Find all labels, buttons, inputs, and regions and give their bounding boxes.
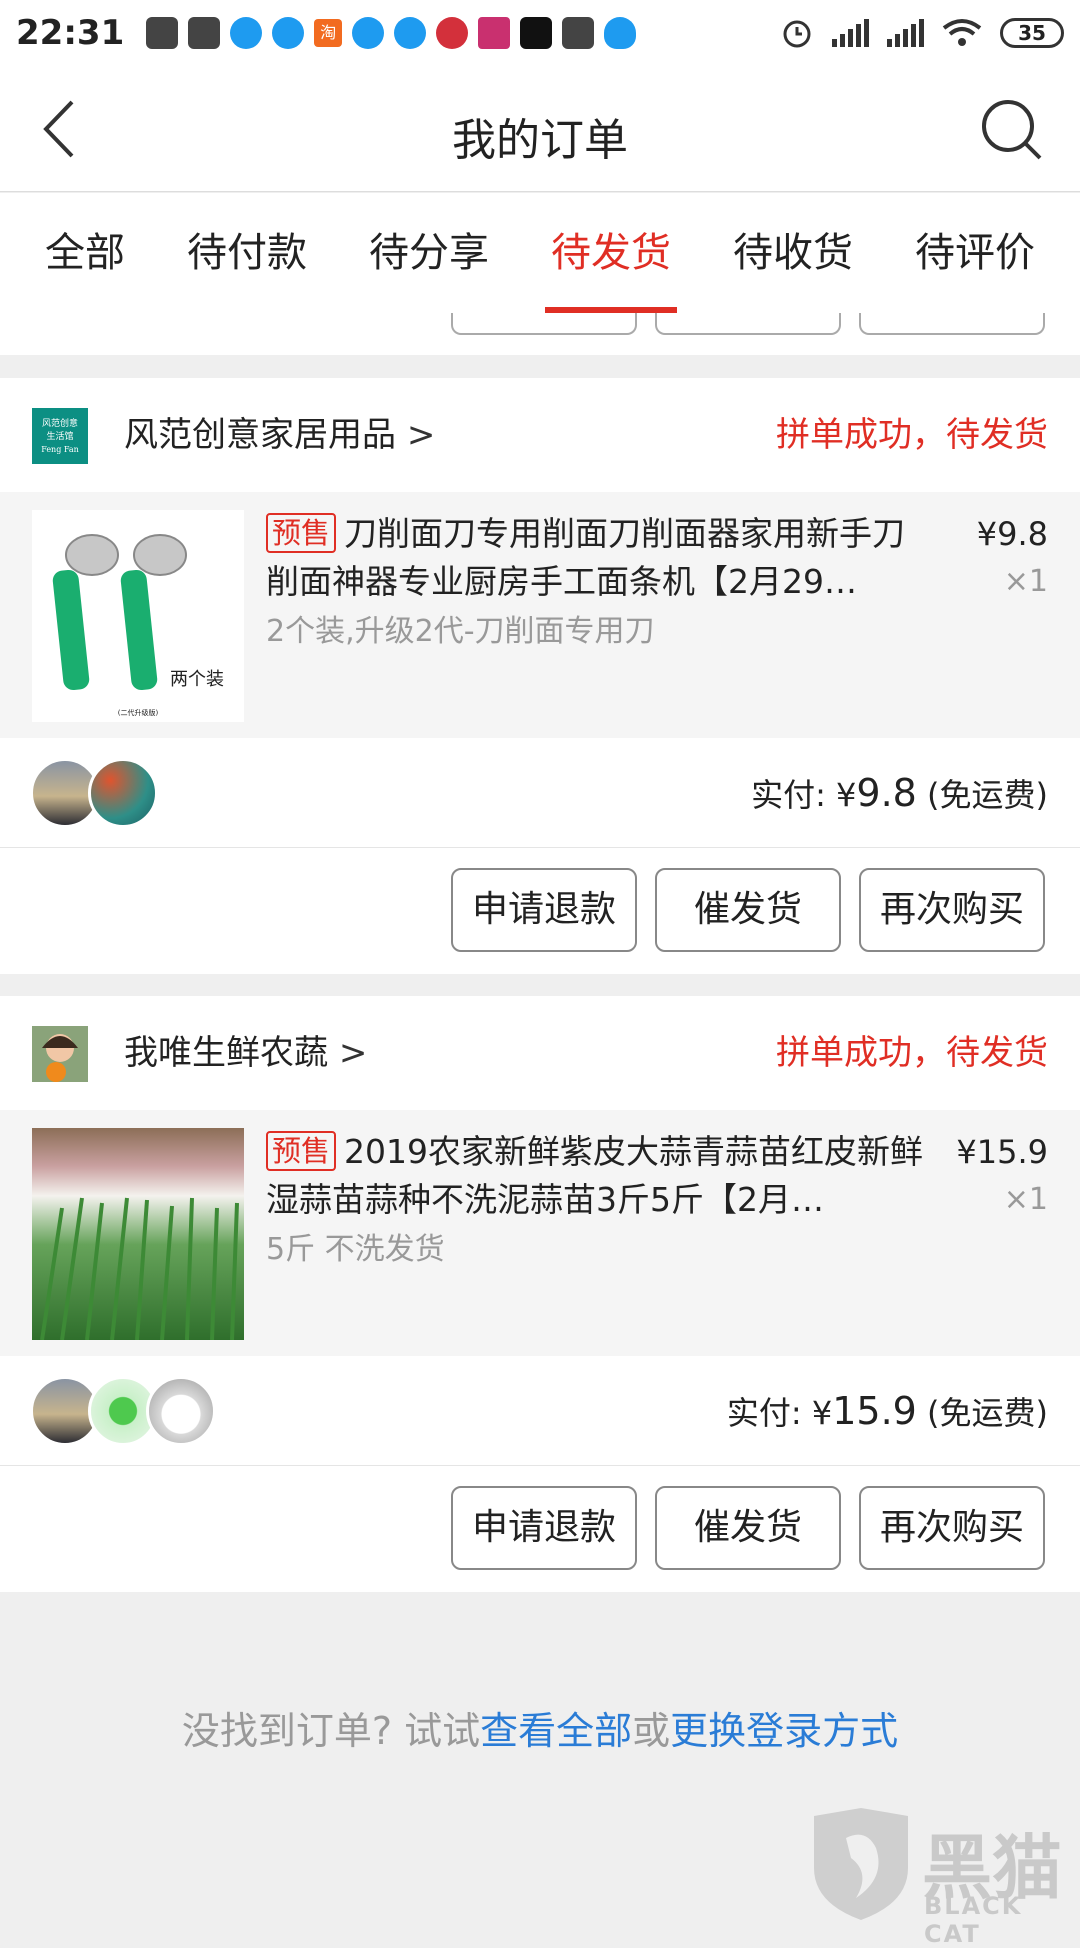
horn-icon (188, 17, 221, 49)
horn-icon (562, 17, 595, 49)
payment-row: 实付: ¥15.9 (免运费) (0, 1356, 1080, 1466)
change-login-link[interactable]: 更换登录方式 (670, 1709, 898, 1753)
presale-badge: 预售 (266, 513, 337, 553)
bird-icon (230, 17, 263, 49)
paid-amount: 实付: ¥15.9 (免运费) (726, 1389, 1048, 1433)
previous-action-button[interactable] (655, 313, 841, 335)
view-all-link[interactable]: 查看全部 (480, 1709, 632, 1753)
svg-text:Feng Fan: Feng Fan (41, 445, 79, 454)
chevron-right-icon: > (406, 415, 436, 455)
product-price: ¥9.8 (976, 515, 1048, 553)
avatar (88, 758, 158, 828)
alarm-icon (783, 20, 811, 48)
paid-amount: 实付: ¥9.8 (免运费) (751, 771, 1048, 815)
previous-order-actions (0, 313, 1080, 355)
qq-icon (604, 17, 637, 49)
chat-icon (146, 17, 179, 49)
tab-pending-share[interactable]: 待分享 (363, 193, 495, 313)
battery-icon: 35 (1000, 18, 1064, 48)
shop-name[interactable]: 我唯生鲜农蔬 > (124, 996, 367, 1110)
buy-again-button[interactable]: 再次购买 (859, 1486, 1045, 1570)
shop-logo: 风范创意 生活馆 Feng Fan (32, 408, 88, 464)
presale-badge: 预售 (266, 1131, 337, 1171)
tab-pending-payment[interactable]: 待付款 (181, 193, 313, 313)
tab-pending-review[interactable]: 待评价 (909, 193, 1041, 313)
shop-logo (32, 1026, 88, 1082)
order-tabs: 全部 待付款 待分享 待发货 待收货 待评价 (0, 193, 1080, 313)
weibo-icon (436, 17, 469, 49)
signal-icon (887, 19, 924, 47)
previous-action-button[interactable] (859, 313, 1045, 335)
bird-icon (272, 17, 305, 49)
order-actions: 申请退款 催发货 再次购买 (0, 848, 1080, 972)
product-quantity: ×1 (1003, 1182, 1048, 1217)
urge-shipment-button[interactable]: 催发货 (655, 1486, 841, 1570)
buy-again-button[interactable]: 再次购买 (859, 868, 1045, 952)
page-title: 我的订单 (452, 115, 628, 166)
product-spec: 2个装,升级2代-刀削面专用刀 (266, 614, 655, 649)
search-icon[interactable] (978, 96, 1044, 162)
order-status: 拼单成功，待发货 (776, 415, 1048, 455)
wifi-icon (942, 19, 982, 46)
product-spec: 5斤 不洗发货 (266, 1232, 445, 1267)
order-status: 拼单成功，待发货 (776, 1033, 1048, 1073)
previous-action-button[interactable] (451, 313, 637, 335)
status-bar: 22:31 淘 35 (0, 0, 1080, 66)
signal-icon (832, 19, 869, 47)
order-item[interactable]: 预售 2019农家新鲜紫皮大蒜青蒜苗红皮新鲜湿蒜苗蒜种不洗泥蒜苗3斤5斤【2月… … (0, 1110, 1080, 1356)
bird-icon (394, 17, 427, 49)
shop-header[interactable]: 风范创意 生活馆 Feng Fan 风范创意家居用品 > 拼单成功，待发货 (0, 378, 1080, 492)
avatar (146, 1376, 216, 1446)
tab-pending-receipt[interactable]: 待收货 (727, 193, 859, 313)
order-actions: 申请退款 催发货 再次购买 (0, 1466, 1080, 1590)
product-quantity: ×1 (1003, 564, 1048, 599)
tab-all[interactable]: 全部 (39, 193, 131, 313)
watermark: 黑猫 BLACK CAT (806, 1800, 1080, 1948)
product-price: ¥15.9 (956, 1133, 1048, 1171)
shop-header[interactable]: 我唯生鲜农蔬 > 拼单成功，待发货 (0, 996, 1080, 1110)
refund-button[interactable]: 申请退款 (451, 1486, 637, 1570)
product-image[interactable] (32, 1128, 244, 1340)
svg-text:生活馆: 生活馆 (46, 430, 73, 442)
payment-row: 实付: ¥9.8 (免运费) (0, 738, 1080, 848)
thumb-caption: 两个装 (170, 669, 224, 690)
order-card: 我唯生鲜农蔬 > 拼单成功，待发货 预售 2019农家新鲜紫皮大蒜青蒜苗红皮新鲜湿… (0, 996, 1080, 1592)
product-title: 预售 刀削面刀专用削面刀削面器家用新手刀削面神器专业厨房手工面条机【2月29… (266, 513, 906, 601)
shop-name[interactable]: 风范创意家居用品 > (124, 378, 435, 492)
order-card: 风范创意 生活馆 Feng Fan 风范创意家居用品 > 拼单成功，待发货 两个… (0, 378, 1080, 974)
product-title: 预售 2019农家新鲜紫皮大蒜青蒜苗红皮新鲜湿蒜苗蒜种不洗泥蒜苗3斤5斤【2月… (266, 1131, 923, 1219)
order-item[interactable]: 两个装 (二代升级版) 预售 刀削面刀专用削面刀削面器家用新手刀削面神器专业厨房手… (0, 492, 1080, 738)
chevron-right-icon: > (338, 1033, 368, 1073)
watermark-en: BLACK CAT (924, 1892, 1023, 1948)
refund-button[interactable]: 申请退款 (451, 868, 637, 952)
thumb-subcaption: (二代升级版) (118, 708, 159, 717)
sale-app-icon (478, 17, 511, 49)
nav-bar: 我的订单 (0, 66, 1080, 192)
bird-icon (352, 17, 385, 49)
urge-shipment-button[interactable]: 催发货 (655, 868, 841, 952)
product-image[interactable]: 两个装 (二代升级版) (32, 510, 244, 722)
svg-text:风范创意: 风范创意 (42, 417, 78, 429)
no-order-hint: 没找到订单? 试试查看全部或更换登录方式 (181, 1709, 899, 1753)
tab-pending-shipment[interactable]: 待发货 (545, 193, 677, 313)
status-time: 22:31 (16, 13, 125, 53)
taobao-icon: 淘 (314, 19, 343, 47)
cat-shield-icon (814, 1808, 908, 1920)
tiktok-icon (520, 17, 553, 49)
